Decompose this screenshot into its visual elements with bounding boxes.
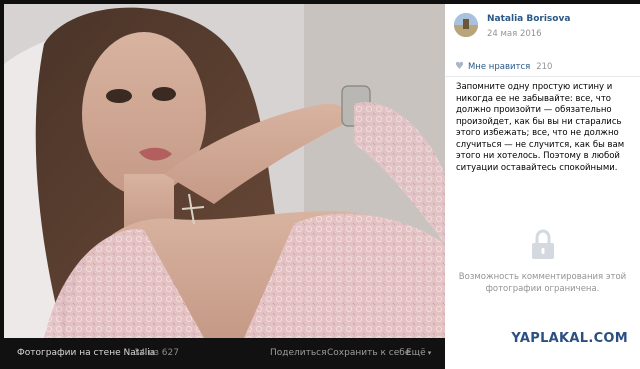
comments-restricted: Возможность комментирования этой фотогра… xyxy=(445,229,640,295)
author-name[interactable]: Natalia Borisova xyxy=(487,13,570,25)
divider xyxy=(445,76,640,77)
author-meta: Natalia Borisova 24 мая 2016 xyxy=(487,13,570,40)
photo-image xyxy=(4,4,445,338)
photo-counter: 34 из 627 xyxy=(134,348,179,358)
avatar-image xyxy=(454,13,478,37)
save-button[interactable]: Сохранить к себе xyxy=(327,348,410,358)
like-count: 210 xyxy=(536,61,553,72)
photo[interactable] xyxy=(4,4,445,338)
like-label: Мне нравится xyxy=(467,61,531,72)
more-label: Ещё xyxy=(406,348,426,358)
photo-sidebar: Natalia Borisova 24 мая 2016 ♥ Мне нрави… xyxy=(445,4,640,369)
chevron-down-icon: ▾ xyxy=(427,349,432,357)
author-block: Natalia Borisova 24 мая 2016 xyxy=(454,13,570,40)
lock-icon xyxy=(530,229,556,265)
share-button[interactable]: Поделиться xyxy=(270,348,327,358)
photo-viewer: Фотографии на стене Natalia 34 из 627 По… xyxy=(0,0,640,369)
heart-icon: ♥ xyxy=(455,61,464,72)
watermark: YAPLAKAL.COM xyxy=(511,331,628,346)
photo-footer: Фотографии на стене Natalia 34 из 627 По… xyxy=(0,338,445,369)
more-button[interactable]: Ещё ▾ xyxy=(406,348,431,358)
like-button[interactable]: ♥ Мне нравится 210 xyxy=(455,61,552,72)
post-text: Запомните одну простую истину и никогда … xyxy=(456,82,625,173)
post-date[interactable]: 24 мая 2016 xyxy=(487,28,570,40)
comments-restricted-text: Возможность комментирования этой фотогра… xyxy=(458,272,627,294)
avatar[interactable] xyxy=(454,13,478,37)
